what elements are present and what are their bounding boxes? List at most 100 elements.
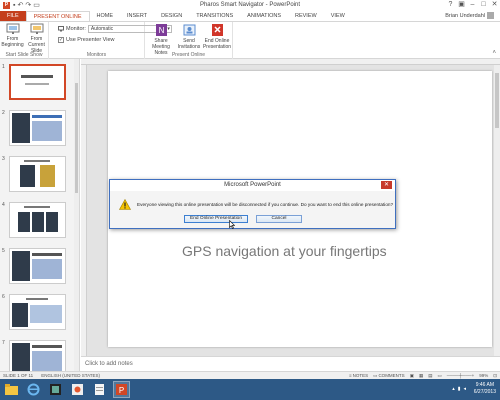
- mouse-cursor-icon: [229, 220, 235, 229]
- close-icon[interactable]: ✕: [489, 0, 500, 10]
- ribbon: From Beginning From Current Slide Start …: [0, 21, 500, 59]
- end-online-presentation-dialog-button[interactable]: End Online Presentation: [184, 215, 248, 223]
- cancel-button[interactable]: Cancel: [256, 215, 302, 223]
- tab-review[interactable]: REVIEW: [288, 11, 324, 21]
- thumbnail-number: 7: [2, 340, 5, 346]
- volume-icon[interactable]: ◂: [463, 386, 466, 392]
- tab-design[interactable]: DESIGN: [154, 11, 189, 21]
- ribbon-display-options-icon[interactable]: ▣: [456, 0, 467, 10]
- tab-view[interactable]: VIEW: [324, 11, 352, 21]
- slide-thumbnail-preview: [20, 160, 55, 187]
- group-label-start-slide-show: Start Slide Show: [5, 52, 43, 58]
- from-current-slide-button[interactable]: From Current Slide: [25, 23, 48, 54]
- editor-scrollbar[interactable]: [494, 65, 500, 356]
- internet-explorer-icon[interactable]: [25, 381, 42, 398]
- horizontal-ruler: [81, 59, 500, 65]
- slide-thumbnail[interactable]: [9, 340, 66, 371]
- taskbar-app-icon[interactable]: [91, 381, 108, 398]
- clock-date: 6/27/2013: [473, 389, 496, 395]
- send-invitations-button[interactable]: Send Invitations: [177, 23, 201, 50]
- file-explorer-icon[interactable]: [3, 381, 20, 398]
- slide-thumbnail-preview: [12, 298, 62, 327]
- send-invitations-icon: [183, 24, 195, 36]
- reading-view-icon[interactable]: ▤: [428, 372, 432, 379]
- dialog-body: Everyone viewing this online presentatio…: [110, 191, 395, 228]
- scrollbar-thumb[interactable]: [495, 73, 499, 128]
- tray-arrow-icon[interactable]: ▴: [452, 386, 455, 392]
- window-title: Pharos Smart Navigator - PowerPoint: [199, 2, 301, 8]
- powerpoint-taskbar-button[interactable]: P: [113, 381, 130, 398]
- warning-icon: [119, 199, 131, 210]
- from-current-slide-icon: [30, 23, 43, 34]
- slide-thumbnail[interactable]: [9, 156, 66, 192]
- group-present-online: N Share Meeting Notes Send Invitations E…: [145, 22, 233, 59]
- end-online-presentation-button[interactable]: End Online Presentation: [202, 23, 232, 50]
- slide-show-icon[interactable]: ▭: [437, 372, 441, 379]
- presenter-view-checkbox[interactable]: ✓: [58, 37, 64, 43]
- tab-insert[interactable]: INSERT: [120, 11, 154, 21]
- slide-thumbnail[interactable]: [9, 202, 66, 238]
- thumbnail-number: 2: [2, 110, 5, 116]
- notes-placeholder: Click to add notes: [85, 361, 133, 367]
- zoom-level[interactable]: 99%: [479, 372, 488, 379]
- language-status[interactable]: ENGLISH (UNITED STATES): [41, 372, 100, 379]
- comments-toggle[interactable]: ▭ COMMENTS: [373, 372, 405, 379]
- tab-animations[interactable]: ANIMATIONS: [240, 11, 288, 21]
- thumbnail-number: 1: [2, 64, 5, 70]
- tab-present-online[interactable]: PRESENT ONLINE: [25, 11, 90, 21]
- dialog-title: Microsoft PowerPoint: [110, 180, 395, 191]
- paint-icon: [72, 384, 83, 395]
- svg-text:N: N: [158, 26, 164, 35]
- scrollbar-thumb[interactable]: [75, 83, 78, 193]
- normal-view-icon[interactable]: ▣: [410, 372, 414, 379]
- notes-pane[interactable]: Click to add notes: [81, 356, 500, 371]
- slide-thumbnail-pane: 1 2 3 4 5 6 7: [0, 59, 80, 371]
- presenter-view-row[interactable]: ✓ Use Presenter View: [58, 37, 115, 43]
- slide-sorter-icon[interactable]: ▦: [419, 372, 423, 379]
- thumbnail-number: 4: [2, 202, 5, 208]
- user-account[interactable]: Brian Underdahl: [445, 12, 494, 19]
- minimize-icon[interactable]: –: [467, 0, 478, 10]
- taskbar: P ▴ ▮ ◂ 9:46 AM 6/27/2013: [0, 379, 500, 400]
- tab-file[interactable]: FILE: [0, 11, 26, 21]
- thumbnail-scrollbar[interactable]: [74, 59, 79, 371]
- taskbar-clock[interactable]: 9:46 AM 6/27/2013: [474, 382, 496, 396]
- title-bar: P ▪↶↷▭ Pharos Smart Navigator - PowerPoi…: [0, 0, 500, 11]
- taskbar-app-icon[interactable]: [69, 381, 86, 398]
- notes-toggle[interactable]: ≡ NOTES: [349, 372, 368, 379]
- slide-thumbnail-preview: [12, 251, 62, 281]
- presenter-view-label: Use Presenter View: [66, 37, 115, 43]
- network-icon[interactable]: ▮: [458, 386, 461, 392]
- slide-thumbnail[interactable]: [9, 64, 66, 100]
- taskbar-app-icon[interactable]: [47, 381, 64, 398]
- notes-toggle-label: NOTES: [352, 373, 369, 378]
- send-invitations-label: Send Invitations: [177, 38, 201, 50]
- tab-home[interactable]: HOME: [90, 11, 121, 21]
- slide-subtitle[interactable]: GPS navigation at your fingertips: [182, 243, 387, 259]
- help-icon[interactable]: ?: [445, 0, 456, 10]
- slide-thumbnail-preview: [12, 113, 62, 143]
- user-name: Brian Underdahl: [445, 12, 485, 19]
- collapse-ribbon-icon[interactable]: ˄: [492, 50, 496, 56]
- folder-icon: [5, 384, 18, 395]
- from-beginning-button[interactable]: From Beginning: [1, 23, 24, 48]
- slide-thumbnail[interactable]: [9, 294, 66, 330]
- window-controls: ? ▣ – □ ✕: [445, 0, 500, 10]
- end-presentation-icon: [211, 24, 223, 36]
- close-icon[interactable]: ✕: [381, 181, 392, 189]
- group-start-slide-show: From Beginning From Current Slide Start …: [0, 22, 49, 59]
- group-label-monitors: Monitors: [86, 52, 107, 58]
- slide-thumbnail[interactable]: [9, 110, 66, 146]
- maximize-icon[interactable]: □: [478, 0, 489, 10]
- thumbnail-number: 3: [2, 156, 5, 162]
- monitor-icon: [58, 26, 64, 32]
- slide-thumbnail[interactable]: [9, 248, 66, 284]
- tab-transitions[interactable]: TRANSITIONS: [189, 11, 240, 21]
- monitor-label: Monitor:: [66, 26, 86, 32]
- thumbnail-number: 6: [2, 294, 5, 300]
- slide-thumbnail-preview: [21, 75, 53, 85]
- zoom-slider[interactable]: –───┼───+: [447, 372, 474, 379]
- notepad-icon: [95, 384, 104, 395]
- fit-slide-icon[interactable]: ⊡: [493, 372, 497, 379]
- svg-text:P: P: [119, 386, 124, 395]
